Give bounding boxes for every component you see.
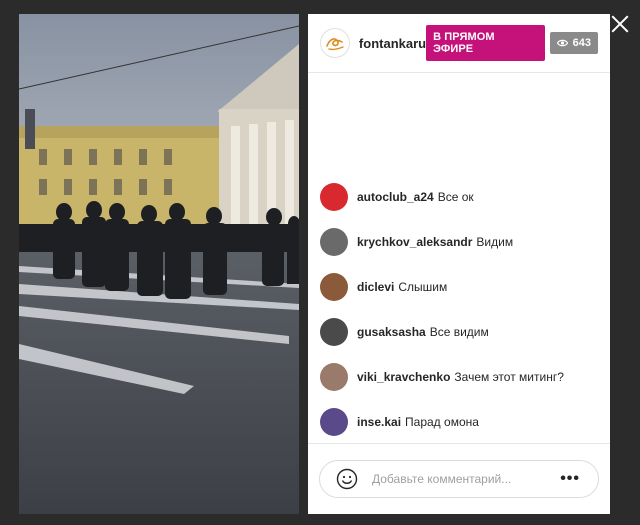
comment-item: diclevi Слышим [308,264,610,309]
fontanka-logo-icon [326,38,344,51]
profile-username[interactable]: fontankaru [359,36,426,51]
comment-input[interactable]: Добавьте комментарий... [372,472,560,486]
comment-text: Слышим [398,279,448,294]
panel-header: fontankaru В ПРЯМОМ ЭФИРЕ 643 [308,14,610,73]
live-video[interactable] [19,14,299,514]
avatar[interactable] [320,182,348,211]
emoji-icon[interactable] [336,468,358,490]
comment-text: Видим [476,234,514,249]
comment-item: viki_kravchenko Зачем этот митинг? [308,354,610,399]
comment-composer: Добавьте комментарий... ••• [308,443,610,514]
live-panel: fontankaru В ПРЯМОМ ЭФИРЕ 643 autoclub_a… [308,14,610,514]
comment-item: gusaksasha Все видим [308,309,610,354]
avatar[interactable] [320,227,348,256]
comment-username[interactable]: gusaksasha [357,325,426,339]
comment-username[interactable]: inse.kai [357,415,401,429]
viewer-count-badge: 643 [549,32,598,54]
comment-text: Все ок [437,189,474,204]
avatar[interactable] [320,407,348,436]
comment-text: Зачем этот митинг? [454,369,564,384]
comment-input-box[interactable]: Добавьте комментарий... ••• [319,460,599,498]
avatar[interactable] [320,317,348,346]
comment-username[interactable]: diclevi [357,280,394,294]
comment-username[interactable]: viki_kravchenko [357,370,450,384]
comment-item: inse.kai Парад омона [308,399,610,444]
profile-avatar[interactable] [320,28,350,58]
comment-text: Все видим [429,324,489,339]
comment-item: krychkov_aleksandr Видим [308,219,610,264]
comment-username[interactable]: krychkov_aleksandr [357,235,472,249]
live-badge: В ПРЯМОМ ЭФИРЕ [426,25,545,61]
close-icon[interactable] [610,14,630,34]
avatar[interactable] [320,362,348,391]
comment-text: Парад омона [405,414,479,429]
video-frame-image [19,14,299,514]
comment-item: autoclub_a24 Все ок [308,174,610,219]
avatar[interactable] [320,272,348,301]
viewer-count: 643 [572,37,591,49]
eye-icon [556,39,568,47]
comment-list: autoclub_a24 Все ок krychkov_aleksandr В… [308,174,610,444]
more-options-icon[interactable]: ••• [560,470,580,488]
comment-username[interactable]: autoclub_a24 [357,190,434,204]
